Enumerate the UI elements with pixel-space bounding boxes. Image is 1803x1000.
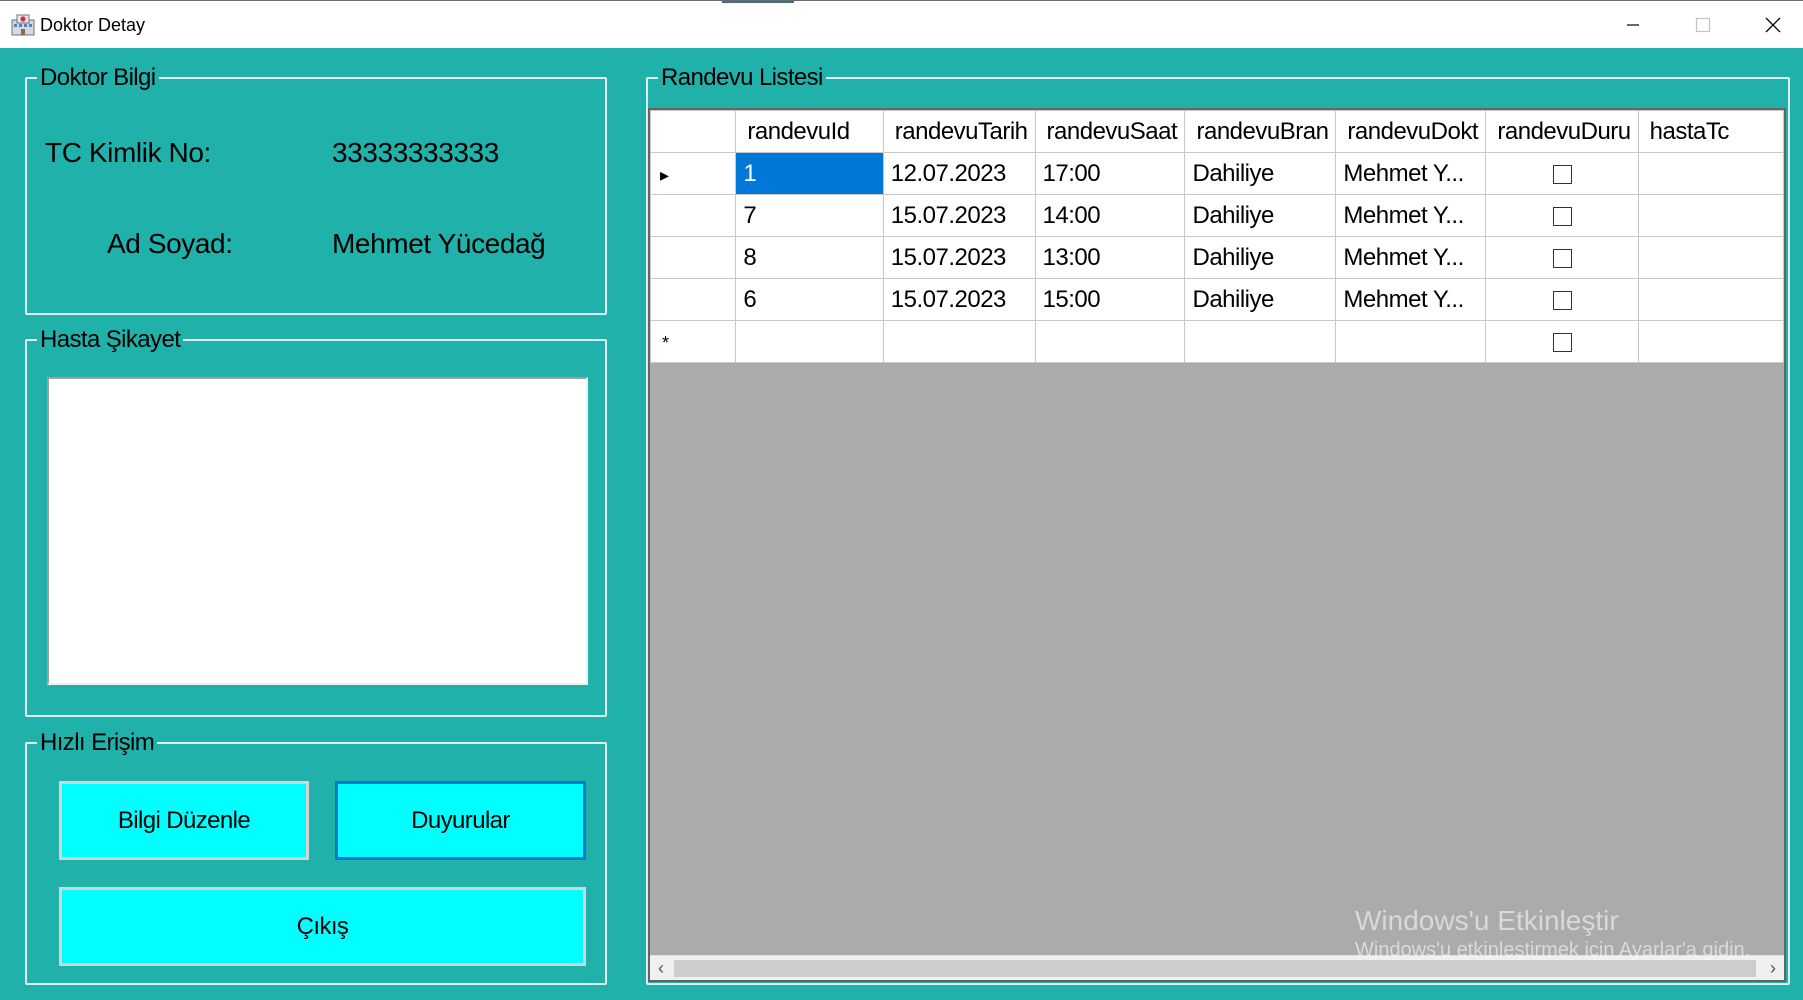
cell-randevubrans[interactable]: Dahiliye <box>1184 236 1337 279</box>
cell-randevuid[interactable]: 7 <box>735 194 884 237</box>
doktor-detay-window: Doktor Detay Doktor Bilgi TC Kimlik No: … <box>0 0 1803 1000</box>
durum-checkbox[interactable] <box>1552 290 1572 310</box>
cell-randevudurum[interactable] <box>1485 236 1639 279</box>
new-cell[interactable] <box>1034 320 1186 363</box>
column-header-randevubrans[interactable]: randevuBran <box>1184 110 1337 153</box>
cell-randevutarih[interactable]: 15.07.2023 <box>882 278 1036 321</box>
ad-soyad-value: Mehmet Yücedağ <box>332 228 546 259</box>
cell-randevudurum[interactable] <box>1485 278 1639 321</box>
durum-checkbox[interactable] <box>1552 206 1572 226</box>
new-row-asterisk-icon: * <box>662 332 669 353</box>
row-header[interactable] <box>650 236 737 279</box>
close-icon <box>1765 17 1781 33</box>
window-title: Doktor Detay <box>40 15 146 35</box>
cell-randevusaat[interactable]: 13:00 <box>1034 236 1186 279</box>
title-accent-line <box>722 1 794 3</box>
header-row: randevuId randevuTarih randevuSaat rande… <box>650 110 1784 153</box>
column-header-hastatc[interactable]: hastaTc <box>1637 110 1784 153</box>
column-header-randevudurum[interactable]: randevuDuru <box>1485 110 1639 153</box>
watermark-line1: Windows'u Etkinleştir <box>1355 905 1619 936</box>
cell-hastatc[interactable] <box>1637 152 1784 195</box>
title-bar[interactable]: Doktor Detay <box>0 0 1803 48</box>
cell-randevubrans[interactable]: Dahiliye <box>1184 278 1337 321</box>
cikis-button[interactable]: Çıkış <box>59 887 586 966</box>
tc-kimlik-label: TC Kimlik No: <box>45 137 211 168</box>
duyurular-button[interactable]: Duyurular <box>335 781 586 860</box>
cell-randevutarih[interactable]: 15.07.2023 <box>882 236 1036 279</box>
new-cell[interactable] <box>1184 320 1337 363</box>
randevu-data-grid[interactable]: randevuId randevuTarih randevuSaat rande… <box>648 108 1786 982</box>
minimize-button[interactable] <box>1598 1 1668 49</box>
new-row[interactable]: * <box>650 320 1784 363</box>
table-row[interactable]: 7 15.07.2023 14:00 Dahiliye Mehmet Y... <box>650 194 1784 237</box>
scroll-left-arrow-icon[interactable]: ‹ <box>650 956 672 980</box>
cell-hastatc[interactable] <box>1637 278 1784 321</box>
durum-checkbox[interactable] <box>1552 248 1572 268</box>
cell-randevusaat[interactable]: 15:00 <box>1034 278 1186 321</box>
row-header-current[interactable]: ▸ <box>650 152 737 195</box>
scrollbar-thumb[interactable] <box>674 960 1756 977</box>
cell-randevudurum[interactable] <box>1485 194 1639 237</box>
cell-randevudurum[interactable] <box>1485 152 1639 195</box>
minimize-icon <box>1627 24 1639 26</box>
cell-randevudoktor[interactable]: Mehmet Y... <box>1335 278 1487 321</box>
cell-randevutarih[interactable]: 15.07.2023 <box>882 194 1036 237</box>
watermark-line2: Windows'u etkinleştirmek için Ayarlar'a … <box>1355 939 1751 961</box>
column-header-randevusaat[interactable]: randevuSaat <box>1034 110 1186 153</box>
table-row[interactable]: ▸ 1 12.07.2023 17:00 Dahiliye Mehmet Y..… <box>650 152 1784 195</box>
cell-randevutarih[interactable]: 12.07.2023 <box>882 152 1036 195</box>
cell-hastatc[interactable] <box>1637 194 1784 237</box>
windows-activation-watermark: Windows'u Etkinleştir Windows'u etkinleş… <box>1355 905 1750 962</box>
corner-header[interactable] <box>650 110 737 153</box>
column-header-randevutarih[interactable]: randevuTarih <box>882 110 1036 153</box>
doktor-bilgi-title: Doktor Bilgi <box>37 63 159 93</box>
current-row-arrow-icon: ▸ <box>660 164 669 185</box>
cell-randevuid[interactable]: 1 <box>735 152 884 195</box>
row-header-new[interactable]: * <box>650 320 737 363</box>
doktor-bilgi-group: Doktor Bilgi TC Kimlik No: 33333333333 A… <box>25 63 607 315</box>
new-cell[interactable] <box>1637 320 1784 363</box>
close-button[interactable] <box>1738 1 1803 49</box>
row-header[interactable] <box>650 194 737 237</box>
cell-randevusaat[interactable]: 17:00 <box>1034 152 1186 195</box>
new-cell[interactable] <box>1335 320 1487 363</box>
table-row[interactable]: 6 15.07.2023 15:00 Dahiliye Mehmet Y... <box>650 278 1784 321</box>
new-cell-randevudurum[interactable] <box>1485 320 1639 363</box>
new-cell[interactable] <box>882 320 1036 363</box>
column-header-randevudoktor[interactable]: randevuDokt <box>1335 110 1487 153</box>
row-header[interactable] <box>650 278 737 321</box>
column-header-randevuid[interactable]: randevuId <box>735 110 884 153</box>
cell-randevudoktor[interactable]: Mehmet Y... <box>1335 152 1487 195</box>
durum-checkbox[interactable] <box>1552 332 1572 352</box>
randevu-table: randevuId randevuTarih randevuSaat rande… <box>650 110 1784 363</box>
hasta-sikayet-title: Hasta Şikayet <box>37 325 184 355</box>
scroll-right-arrow-icon[interactable]: › <box>1762 956 1784 980</box>
cell-randevubrans[interactable]: Dahiliye <box>1184 194 1337 237</box>
hizli-erisim-title: Hızlı Erişim <box>37 728 158 758</box>
maximize-icon <box>1695 17 1711 33</box>
cell-randevubrans[interactable]: Dahiliye <box>1184 152 1337 195</box>
durum-checkbox[interactable] <box>1552 164 1572 184</box>
table-row[interactable]: 8 15.07.2023 13:00 Dahiliye Mehmet Y... <box>650 236 1784 279</box>
bilgi-duzenle-button[interactable]: Bilgi Düzenle <box>59 781 309 860</box>
randevu-listesi-title: Randevu Listesi <box>658 63 826 93</box>
hasta-sikayet-textarea[interactable] <box>47 377 588 685</box>
maximize-button[interactable] <box>1668 1 1738 49</box>
cell-randevuid[interactable]: 6 <box>735 278 884 321</box>
hospital-icon <box>11 14 35 36</box>
tc-kimlik-value: 33333333333 <box>332 137 499 168</box>
ad-soyad-label: Ad Soyad: <box>107 228 233 259</box>
new-cell[interactable] <box>735 320 884 363</box>
cell-randevudoktor[interactable]: Mehmet Y... <box>1335 194 1487 237</box>
cell-randevudoktor[interactable]: Mehmet Y... <box>1335 236 1487 279</box>
cell-randevuid[interactable]: 8 <box>735 236 884 279</box>
cell-randevusaat[interactable]: 14:00 <box>1034 194 1186 237</box>
cell-hastatc[interactable] <box>1637 236 1784 279</box>
